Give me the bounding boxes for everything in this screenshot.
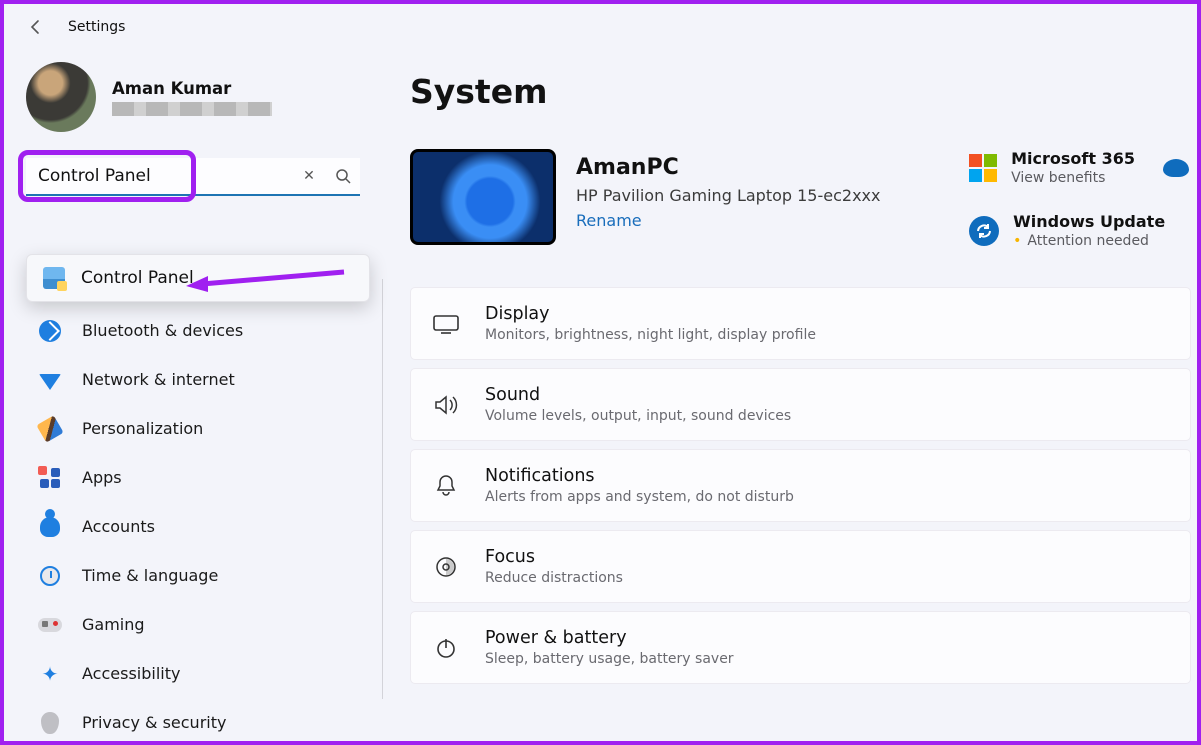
card-display[interactable]: Display Monitors, brightness, night light… (410, 287, 1191, 360)
brush-icon (38, 417, 62, 441)
globe-clock-icon (38, 564, 62, 588)
onedrive-icon (1163, 159, 1189, 177)
nav-privacy[interactable]: Privacy & security (26, 698, 364, 745)
wifi-icon (38, 368, 62, 392)
nav-label: Time & language (82, 566, 218, 585)
avatar (26, 62, 96, 132)
pc-model: HP Pavilion Gaming Laptop 15-ec2xxx (576, 186, 880, 205)
focus-icon (431, 555, 461, 579)
pc-name: AmanPC (576, 155, 880, 180)
nav-gaming[interactable]: Gaming (26, 600, 364, 649)
nav-accounts[interactable]: Accounts (26, 502, 364, 551)
card-title: Focus (485, 547, 623, 567)
search-input[interactable] (26, 166, 292, 186)
card-power[interactable]: Power & battery Sleep, battery usage, bat… (410, 611, 1191, 684)
nav-label: Privacy & security (82, 713, 226, 732)
tile-sub: View benefits (1011, 170, 1135, 186)
nav-label: Gaming (82, 615, 145, 634)
clear-icon[interactable]: ✕ (292, 168, 326, 184)
pc-wallpaper-thumb (410, 149, 556, 245)
microsoft-logo-icon (969, 154, 997, 182)
tile-title: Windows Update (1013, 212, 1165, 231)
nav-label: Accessibility (82, 664, 180, 683)
search-box[interactable]: ✕ (26, 158, 360, 196)
vertical-divider (382, 279, 383, 699)
control-panel-icon (43, 267, 65, 289)
card-title: Notifications (485, 466, 794, 486)
suggestion-control-panel[interactable]: Control Panel (27, 255, 369, 301)
profile-block[interactable]: Aman Kumar (26, 62, 364, 132)
nav-accessibility[interactable]: ✦ Accessibility (26, 649, 364, 698)
sync-icon (969, 216, 999, 246)
search-suggestions: Control Panel (26, 254, 370, 302)
card-sub: Sleep, battery usage, battery saver (485, 651, 734, 667)
display-icon (431, 314, 461, 334)
card-sub: Monitors, brightness, night light, displ… (485, 327, 816, 343)
suggestion-label: Control Panel (81, 268, 194, 288)
card-title: Power & battery (485, 628, 734, 648)
card-title: Display (485, 304, 816, 324)
card-sub: Alerts from apps and system, do not dist… (485, 489, 794, 505)
nav-network[interactable]: Network & internet (26, 355, 364, 404)
sound-icon (431, 394, 461, 416)
nav-label: Accounts (82, 517, 155, 536)
tile-sub: Attention needed (1013, 233, 1165, 249)
page-title: System (410, 72, 1195, 111)
nav-bluetooth[interactable]: Bluetooth & devices (26, 306, 364, 355)
bluetooth-icon (38, 319, 62, 343)
nav-list: Bluetooth & devices Network & internet P… (26, 306, 364, 745)
power-icon (431, 636, 461, 660)
search-icon[interactable] (326, 168, 360, 184)
card-sub: Volume levels, output, input, sound devi… (485, 408, 791, 424)
shield-icon (38, 711, 62, 735)
person-icon (38, 515, 62, 539)
bell-icon (431, 474, 461, 498)
card-title: Sound (485, 385, 791, 405)
gamepad-icon (38, 613, 62, 637)
nav-label: Personalization (82, 419, 203, 438)
back-button[interactable] (28, 19, 44, 35)
nav-label: Bluetooth & devices (82, 321, 243, 340)
user-email-redacted (112, 102, 272, 116)
nav-apps[interactable]: Apps (26, 453, 364, 502)
nav-label: Apps (82, 468, 122, 487)
card-notifications[interactable]: Notifications Alerts from apps and system… (410, 449, 1191, 522)
nav-time[interactable]: Time & language (26, 551, 364, 600)
card-focus[interactable]: Focus Reduce distractions (410, 530, 1191, 603)
accessibility-icon: ✦ (38, 662, 62, 686)
card-sub: Reduce distractions (485, 570, 623, 586)
apps-icon (38, 466, 62, 490)
tile-windows-update[interactable]: Windows Update Attention needed (969, 212, 1189, 249)
card-sound[interactable]: Sound Volume levels, output, input, sound… (410, 368, 1191, 441)
rename-link[interactable]: Rename (576, 211, 642, 230)
nav-label: Network & internet (82, 370, 235, 389)
app-title: Settings (68, 19, 125, 35)
nav-personalization[interactable]: Personalization (26, 404, 364, 453)
tile-title: Microsoft 365 (1011, 149, 1135, 168)
tile-microsoft-365[interactable]: Microsoft 365 View benefits (969, 149, 1189, 186)
user-name: Aman Kumar (112, 79, 272, 98)
